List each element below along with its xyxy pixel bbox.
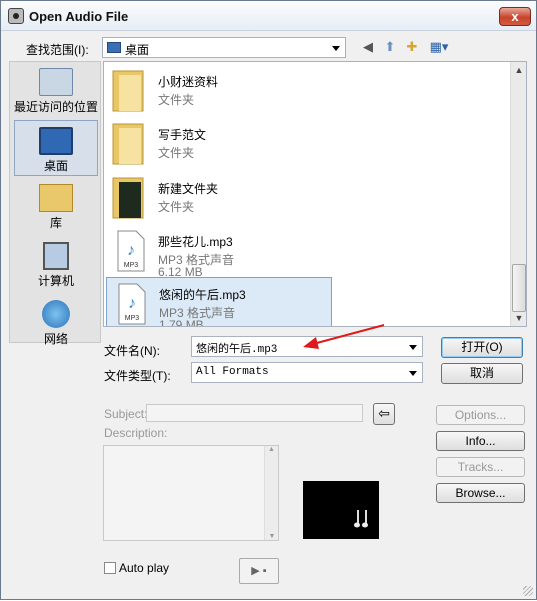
filename-label: 文件名(N): (104, 344, 160, 358)
file-list: 小财迷资料 文件夹 写手范文 文件夹 新建文件夹 文件夹 ♪ MP3 那些花儿.m… (103, 61, 527, 327)
file-name: 小财迷资料 (158, 75, 219, 89)
subject-label: Subject: (104, 407, 148, 421)
file-type: 文件夹 (158, 200, 195, 214)
filetype-combo[interactable]: All Formats (191, 362, 423, 383)
place-label: 桌面 (43, 159, 68, 173)
recent-places-icon (39, 68, 73, 96)
svg-text:MP3: MP3 (124, 262, 139, 269)
place-recent[interactable]: 最近访问的位置 (14, 68, 98, 118)
place-label: 库 (49, 216, 62, 230)
resize-grip[interactable] (523, 586, 533, 596)
folder-icon (112, 177, 144, 219)
description-scrollbar[interactable]: ▲ ▼ (264, 446, 278, 540)
file-row[interactable]: 新建文件夹 文件夹 (106, 172, 332, 224)
open-audio-file-dialog: Open Audio File x 查找范围(I): 桌面 ◀ ⬆ ✚ ▦▾ 最… (0, 0, 537, 600)
desktop-icon (107, 42, 121, 53)
place-computer[interactable]: 计算机 (14, 242, 98, 288)
filename-value: 悠闲的午后.mp3 (196, 344, 278, 356)
desktop-icon (39, 127, 73, 155)
svg-text:MP3: MP3 (125, 315, 140, 322)
computer-icon (43, 242, 69, 270)
description-label: Description: (104, 426, 168, 440)
folder-icon (112, 70, 144, 112)
open-button[interactable]: 打开(O) (441, 337, 523, 358)
browse-button[interactable]: Browse... (436, 483, 525, 503)
chevron-down-icon (332, 45, 340, 51)
file-size: 1.79 MB (159, 318, 204, 327)
network-icon (42, 300, 70, 328)
scroll-up-icon[interactable]: ▲ (511, 62, 526, 78)
file-name: 写手范文 (158, 128, 207, 142)
place-label: 计算机 (37, 274, 74, 288)
back-icon[interactable]: ◀ (359, 38, 377, 56)
options-button[interactable]: Options... (436, 405, 525, 425)
place-label: 网络 (43, 332, 68, 346)
lookin-combo[interactable]: 桌面 (102, 37, 346, 58)
places-bar: 最近访问的位置 桌面 库 计算机 网络 (9, 61, 101, 346)
filename-input[interactable]: 悠闲的午后.mp3 (191, 336, 423, 357)
file-row[interactable]: ♪ MP3 那些花儿.mp3 MP3 格式声音 6.12 MB (106, 225, 332, 279)
album-art-preview (303, 481, 379, 539)
new-folder-icon[interactable]: ✚ (403, 38, 421, 56)
lookin-label: 查找范围(I): (26, 43, 89, 57)
file-row[interactable]: 小财迷资料 文件夹 (106, 65, 332, 117)
autoplay-checkbox[interactable] (104, 562, 116, 574)
chevron-down-icon (409, 370, 417, 376)
music-note-icon (354, 510, 368, 528)
file-row-selected[interactable]: ♪ MP3 悠闲的午后.mp3 MP3 格式声音 1.79 MB (106, 277, 332, 327)
place-network[interactable]: 网络 (14, 300, 98, 346)
file-type: 文件夹 (158, 146, 195, 160)
place-desktop[interactable]: 桌面 (14, 120, 98, 176)
chevron-down-icon (409, 344, 417, 350)
arrow-left-button[interactable]: ⇦ (373, 403, 395, 425)
title-bar: Open Audio File x (1, 1, 536, 31)
libraries-icon (39, 184, 73, 212)
tracks-button[interactable]: Tracks... (436, 457, 525, 477)
file-name: 新建文件夹 (158, 182, 219, 196)
file-list-scrollbar[interactable]: ▲ ▼ (510, 62, 526, 326)
place-label: 最近访问的位置 (14, 100, 99, 114)
place-libraries[interactable]: 库 (14, 184, 98, 230)
scroll-down-icon[interactable]: ▼ (511, 310, 526, 326)
lookin-value: 桌面 (125, 43, 150, 57)
mp3-file-icon: ♪ MP3 (117, 230, 145, 272)
up-folder-icon[interactable]: ⬆ (381, 38, 399, 56)
folder-icon (112, 123, 144, 165)
close-button[interactable]: x (499, 7, 531, 26)
info-button[interactable]: Info... (436, 431, 525, 451)
window-title: Open Audio File (29, 9, 129, 24)
view-menu-icon[interactable]: ▦▾ (426, 38, 452, 56)
subject-field[interactable] (146, 404, 363, 422)
arrow-left-icon: ⇦ (378, 405, 390, 421)
autoplay-label: Auto play (119, 561, 170, 575)
file-name: 那些花儿.mp3 (158, 235, 233, 249)
play-button[interactable]: ▶ ▪ (239, 558, 279, 584)
filetype-value: All Formats (196, 366, 269, 378)
svg-text:♪: ♪ (128, 295, 136, 312)
description-field[interactable]: ▲ ▼ (103, 445, 279, 541)
app-icon (8, 8, 24, 24)
mp3-file-icon: ♪ MP3 (118, 283, 146, 325)
scrollbar-thumb[interactable] (512, 264, 526, 312)
svg-text:♪: ♪ (127, 242, 135, 259)
file-type: 文件夹 (158, 93, 195, 107)
cancel-button[interactable]: 取消 (441, 363, 523, 384)
file-name: 悠闲的午后.mp3 (159, 288, 246, 302)
filetype-label: 文件类型(T): (104, 369, 171, 383)
file-row[interactable]: 写手范文 文件夹 (106, 118, 332, 170)
